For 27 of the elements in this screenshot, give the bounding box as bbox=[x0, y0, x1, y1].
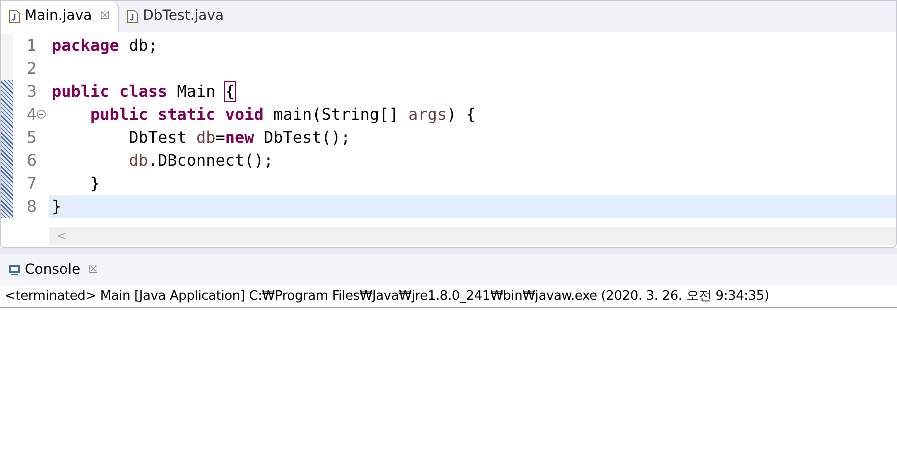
tab-label: Console bbox=[25, 260, 81, 280]
line-number: 6 bbox=[26, 150, 37, 172]
tab-label: DbTest.java bbox=[143, 7, 224, 26]
line-number: 8 bbox=[26, 196, 37, 218]
java-file-icon bbox=[127, 10, 140, 24]
code-line: } bbox=[52, 196, 62, 218]
monitor-icon bbox=[8, 264, 21, 276]
java-file-icon bbox=[9, 10, 21, 24]
close-icon[interactable]: ☒ bbox=[100, 8, 110, 25]
line-number: 5 bbox=[26, 126, 37, 148]
line-number: 1 bbox=[26, 34, 37, 56]
code-line: public class Main { bbox=[52, 80, 236, 102]
line-number: 3 bbox=[26, 80, 37, 102]
code-line: DbTest db=new DbTest(); bbox=[128, 126, 351, 148]
editor-tab[interactable]: Main.java ☒ bbox=[1, 1, 120, 32]
code-line: public static void main(String[] args) { bbox=[90, 104, 476, 126]
line-number: 2 bbox=[26, 58, 37, 80]
collapse-icon[interactable] bbox=[37, 110, 46, 119]
code-line: db.DBconnect(); bbox=[128, 150, 274, 172]
editor-tab[interactable]: DbTest.java bbox=[119, 1, 232, 32]
tab-label: Main.java bbox=[25, 7, 92, 26]
line-number: 7 bbox=[26, 172, 37, 194]
console-tab[interactable]: Console ☒ bbox=[0, 254, 106, 286]
console-status: <terminated> Main [Java Application] C:₩Program Files₩Java₩jre1.8.0_241₩bin₩javaw.exe (2020. 3. 26. 오전 9:34:35) bbox=[5, 288, 770, 306]
code-line: package db; bbox=[52, 34, 158, 56]
code-line: } bbox=[90, 172, 100, 194]
line-number: 4 bbox=[26, 104, 37, 126]
